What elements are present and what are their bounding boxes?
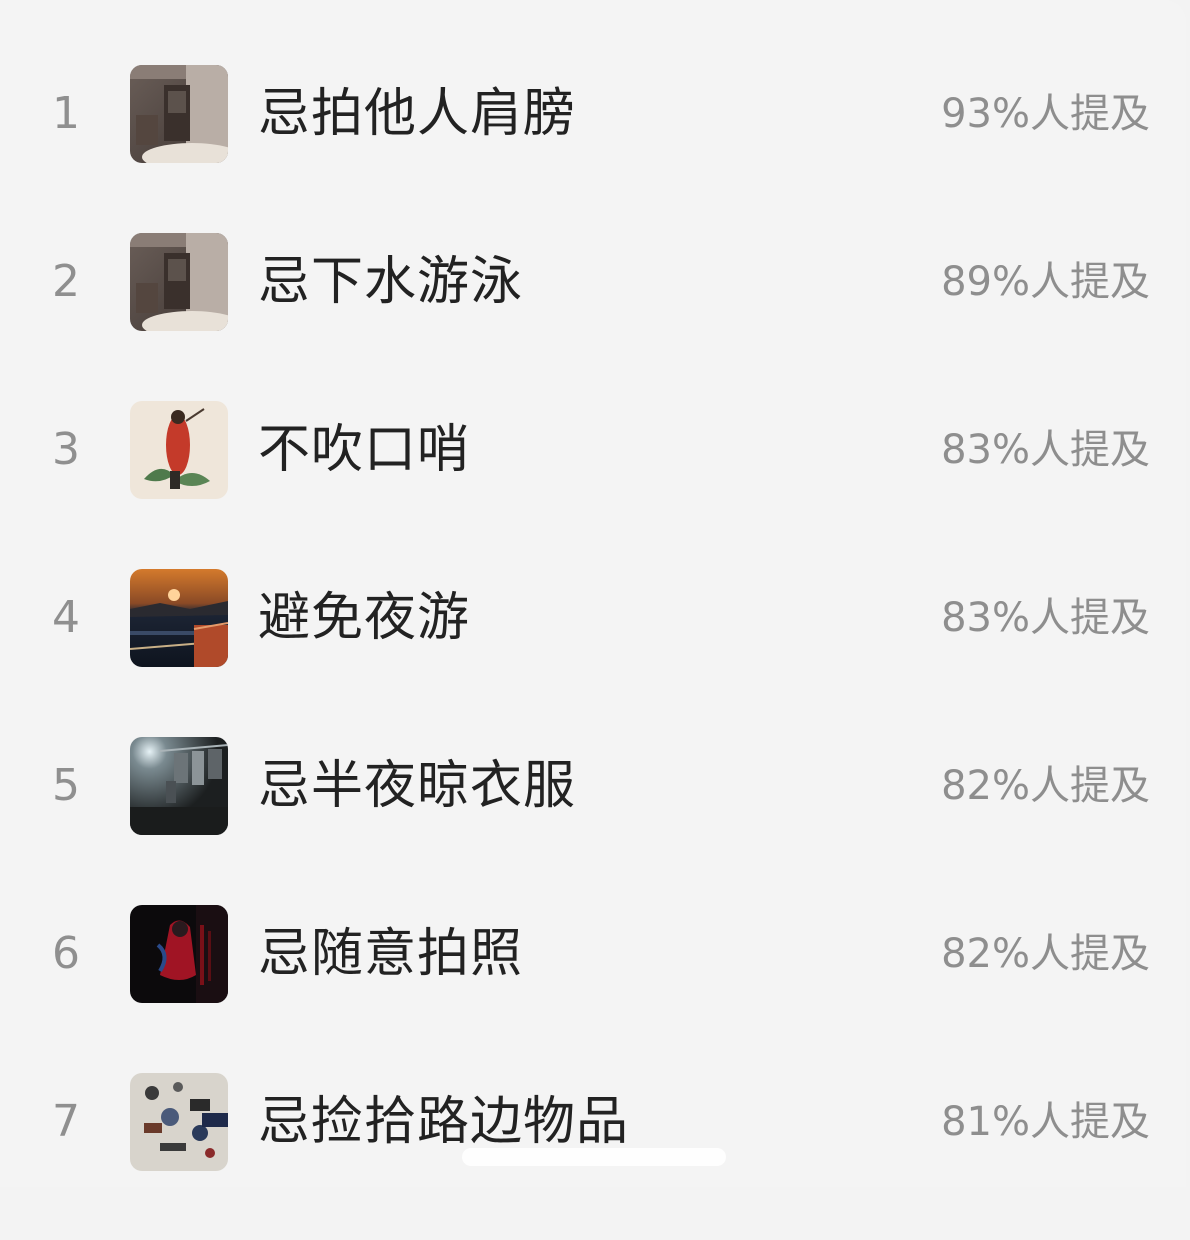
list-item[interactable]: 5 忌半夜晾衣服 82%人提及 [0,736,1190,904]
clothes-drying-at-night-image [130,737,228,835]
mention-percentage: 82%人提及 [941,763,1150,809]
item-title: 忌拍他人肩膀 [258,84,577,144]
night-lakeside-sunset-image [130,569,228,667]
scattered-objects-image [130,1073,228,1171]
rank-number: 3 [52,424,80,475]
item-title: 忌随意拍照 [258,924,524,984]
dim-room-doorway-image [130,233,228,331]
rank-number: 6 [52,928,80,979]
list-item[interactable]: 4 避免夜游 83%人提及 [0,568,1190,736]
mention-percentage: 82%人提及 [941,931,1150,977]
dim-room-doorway-image [130,65,228,163]
list-item[interactable]: 2 忌下水游泳 89%人提及 [0,232,1190,400]
item-title: 避免夜游 [258,588,471,648]
rank-number: 2 [52,256,80,307]
rank-number: 7 [52,1096,80,1147]
mention-percentage: 81%人提及 [941,1099,1150,1145]
list-item[interactable]: 6 忌随意拍照 82%人提及 [0,904,1190,1072]
ranking-card: 1 忌拍他人肩膀 93%人提及 2 忌下水游泳 89%人提及 3 不吹口哨 83… [0,0,1186,1187]
list-item[interactable]: 1 忌拍他人肩膀 93%人提及 [0,64,1190,232]
scroll-indicator [462,1148,726,1166]
item-title: 忌半夜晾衣服 [258,756,577,816]
mention-percentage: 83%人提及 [941,427,1150,473]
rank-number: 4 [52,592,80,643]
mention-percentage: 93%人提及 [941,91,1150,137]
list-item[interactable]: 3 不吹口哨 83%人提及 [0,400,1190,568]
rank-number: 5 [52,760,80,811]
item-title: 忌下水游泳 [258,252,524,312]
mention-percentage: 83%人提及 [941,595,1150,641]
red-costume-figure-dark-image [130,905,228,1003]
mention-percentage: 89%人提及 [941,259,1150,305]
rank-number: 1 [52,88,80,139]
item-title: 不吹口哨 [258,420,471,480]
red-robed-figure-painting-image [130,401,228,499]
